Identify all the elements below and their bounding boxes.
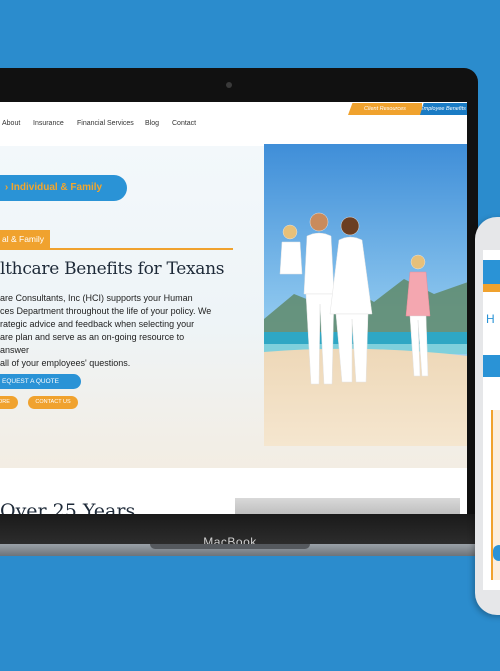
website-screen: About Insurance Financial Services Blog … [0, 102, 467, 514]
learn-more-button[interactable]: ORE [0, 396, 18, 409]
phone-accent-bar [483, 284, 500, 292]
phone-header-bar [483, 260, 500, 284]
section-tag: al & Family [0, 230, 50, 248]
phone-heading: H [486, 312, 495, 326]
phone-screen: H [483, 250, 500, 590]
camera-icon [226, 82, 232, 88]
client-resources-tab[interactable]: Client Resources [348, 103, 422, 115]
section2-title: Over 25 Years [0, 500, 136, 514]
section2-image [235, 498, 460, 514]
individual-family-button[interactable]: › Individual & Family [0, 175, 127, 201]
top-navigation: About Insurance Financial Services Blog … [0, 102, 467, 146]
nav-link-financial-services[interactable]: Financial Services [77, 120, 134, 127]
phone-button[interactable] [493, 545, 500, 561]
nav-link-about[interactable]: About [2, 120, 20, 127]
employee-benefits-tab[interactable]: Employee Benefits Specialists [420, 103, 467, 115]
family-beach-photo [264, 144, 467, 446]
laptop-notch [150, 544, 310, 549]
phone-blue-block [483, 355, 500, 377]
contact-us-button[interactable]: CONTACT US [28, 396, 78, 409]
nav-link-blog[interactable]: Blog [145, 120, 159, 127]
tag-underline [0, 248, 233, 250]
nav-link-contact[interactable]: Contact [172, 120, 196, 127]
chevron-right-icon: › [4, 182, 9, 193]
hero-title: lthcare Benefits for Texans [0, 259, 225, 279]
request-quote-button[interactable]: EQUEST A QUOTE [0, 374, 81, 389]
individual-family-label: Individual & Family [10, 182, 103, 193]
hero-paragraph: are Consultants, Inc (HCI) supports your… [0, 293, 212, 368]
nav-link-insurance[interactable]: Insurance [33, 120, 64, 127]
